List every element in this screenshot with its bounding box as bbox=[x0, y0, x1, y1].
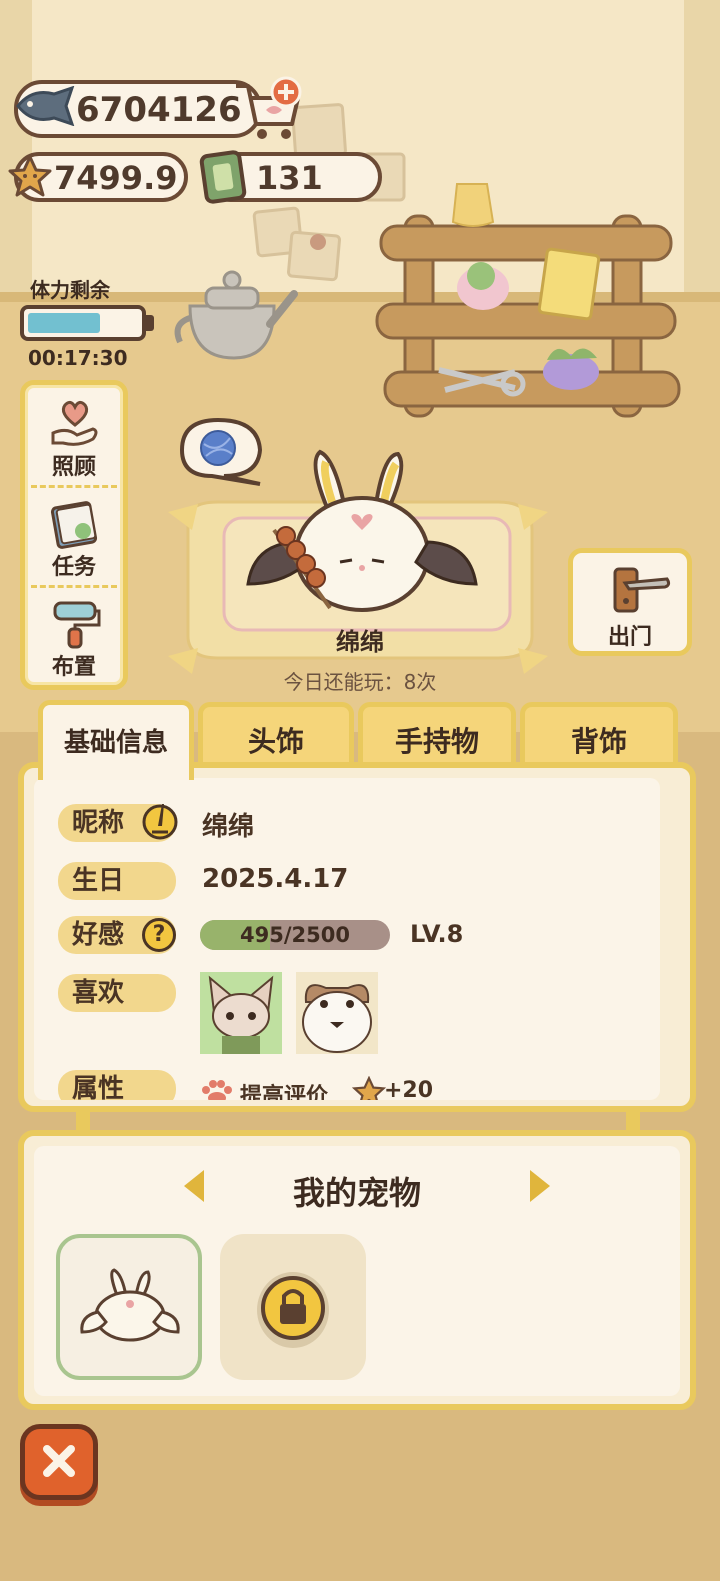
go-out-label: 出门 bbox=[607, 625, 652, 650]
menu-task-label: 任务 bbox=[51, 555, 96, 580]
tab-headwear-label: 头饰 bbox=[247, 724, 304, 758]
star-amount: 7499.9 bbox=[54, 159, 178, 197]
stamina-battery bbox=[20, 305, 146, 341]
basic-info-panel: 昵称 绵绵 生日 2025.4.17 好感 ? 495/2500 LV.8 喜欢 bbox=[18, 762, 696, 1112]
nickname-value: 绵绵 bbox=[202, 812, 255, 842]
close-button[interactable] bbox=[20, 1424, 98, 1500]
close-icon bbox=[43, 1445, 75, 1477]
lock-icon bbox=[257, 1272, 329, 1348]
shop-cart-icon[interactable] bbox=[232, 76, 304, 142]
pet-name: 绵绵 bbox=[336, 628, 384, 656]
next-arrow-icon[interactable] bbox=[530, 1170, 550, 1202]
tab-basic-info[interactable]: 基础信息 bbox=[38, 700, 194, 780]
favor-progress-bar: 495/2500 bbox=[200, 920, 390, 950]
pet-bunny-sprite bbox=[246, 449, 478, 612]
stamina-timer: 00:17:30 bbox=[28, 346, 128, 370]
paw-icon bbox=[202, 1080, 232, 1100]
door-handle-icon bbox=[613, 567, 671, 613]
star-small-icon bbox=[352, 1076, 386, 1100]
attribute-label: 属性 bbox=[58, 1070, 176, 1100]
my-pets-title: 我的宠物 bbox=[292, 1174, 421, 1212]
tab-handheld-label: 手持物 bbox=[394, 724, 479, 758]
can-amount: 131 bbox=[256, 159, 323, 197]
stamina-label: 体力剩余 bbox=[30, 278, 110, 302]
attribute-bonus: +20 bbox=[384, 1078, 434, 1100]
my-pets-panel: 我的宠物 bbox=[18, 1130, 696, 1410]
help-icon[interactable]: ? bbox=[142, 918, 176, 952]
wall-shade-left bbox=[0, 0, 32, 300]
menu-separator bbox=[31, 485, 117, 488]
birthday-value: 2025.4.17 bbox=[202, 864, 349, 894]
can-icon bbox=[199, 150, 247, 204]
fish-icon bbox=[16, 86, 75, 126]
go-out-button[interactable]: 出门 bbox=[568, 548, 692, 656]
heart-hand-icon bbox=[51, 400, 98, 446]
play-count-text: 今日还能玩：8次 bbox=[283, 670, 437, 694]
liked-fox-cat-avatar[interactable] bbox=[200, 972, 282, 1054]
tab-basic-info-label: 基础信息 bbox=[63, 727, 168, 758]
my-pets-content: 我的宠物 bbox=[34, 1146, 680, 1396]
edit-pencil-icon[interactable] bbox=[140, 800, 180, 840]
menu-separator bbox=[31, 585, 117, 588]
favor-level: LV.8 bbox=[410, 920, 464, 948]
wooden-shelf bbox=[375, 183, 681, 418]
stamina-fill bbox=[28, 313, 100, 333]
tab-backwear-label: 背饰 bbox=[570, 724, 627, 758]
favor-progress-text: 495/2500 bbox=[240, 923, 350, 947]
task-book-icon bbox=[50, 501, 98, 549]
likes-label: 喜欢 bbox=[58, 974, 176, 1012]
birthday-label: 生日 bbox=[58, 862, 176, 900]
liked-fluffy-cat-avatar[interactable] bbox=[296, 972, 378, 1054]
menu-decorate-button[interactable]: 布置 bbox=[25, 591, 123, 687]
stamina-battery-tip bbox=[146, 315, 154, 331]
fish-amount: 6704126 bbox=[76, 90, 242, 130]
side-menu: 照顾 任务 布置 bbox=[20, 380, 128, 690]
menu-decorate-label: 布置 bbox=[51, 655, 96, 680]
menu-task-button[interactable]: 任务 bbox=[25, 491, 123, 587]
teapot-decoration bbox=[174, 270, 298, 360]
pet-slot-locked[interactable] bbox=[220, 1234, 366, 1380]
pet-slot-selected[interactable] bbox=[56, 1234, 202, 1380]
bunny-pet-icon bbox=[80, 1268, 180, 1342]
menu-care-label: 照顾 bbox=[51, 455, 96, 480]
wall-shade-right bbox=[684, 0, 720, 300]
star-icon bbox=[8, 155, 52, 197]
paint-roller-icon bbox=[53, 601, 101, 649]
menu-care-button[interactable]: 照顾 bbox=[25, 391, 123, 487]
attribute-text: 提高评价 bbox=[240, 1084, 329, 1100]
basic-info-content[interactable]: 昵称 绵绵 生日 2025.4.17 好感 ? 495/2500 LV.8 喜欢 bbox=[34, 778, 660, 1100]
